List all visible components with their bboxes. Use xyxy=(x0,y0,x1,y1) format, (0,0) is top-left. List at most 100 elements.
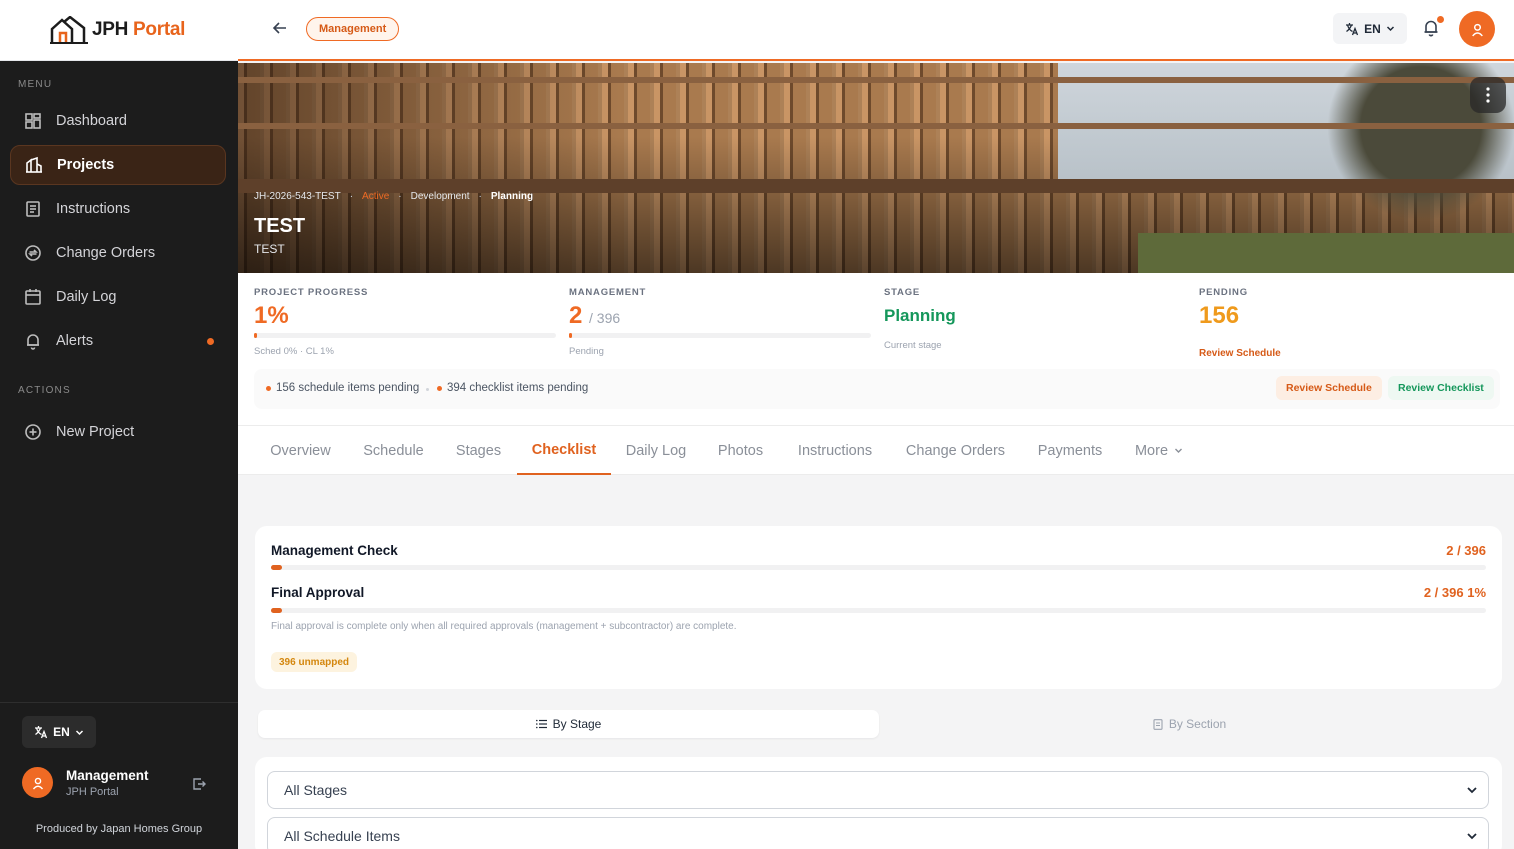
language-switcher[interactable]: EN xyxy=(1333,13,1407,44)
project-status: Active xyxy=(362,191,390,202)
back-arrow-icon[interactable] xyxy=(272,20,288,41)
stat-pending: PENDING 156 Review Schedule xyxy=(1199,287,1281,359)
review-schedule-button[interactable]: Review Schedule xyxy=(1276,376,1382,400)
progress-fill xyxy=(254,333,258,338)
sidebar-item-alerts[interactable]: Alerts xyxy=(10,321,226,361)
project-tabs: Overview Schedule Stages Checklist Daily… xyxy=(238,425,1514,475)
tab-checklist[interactable]: Checklist xyxy=(517,426,611,475)
stat-label: PROJECT PROGRESS xyxy=(254,287,369,298)
project-title: TEST xyxy=(254,215,306,237)
tab-photos[interactable]: Photos xyxy=(701,426,780,475)
sidebar-item-change-orders[interactable]: Change Orders xyxy=(10,233,226,273)
sidebar-item-instructions[interactable]: Instructions xyxy=(10,189,226,229)
tab-stages[interactable]: Stages xyxy=(440,426,517,475)
sidebar-item-label: Instructions xyxy=(56,201,131,217)
pending-checklist-items: 394 checklist items pending xyxy=(437,382,588,394)
meta-separator: · xyxy=(349,191,354,202)
stat-total: / 396 xyxy=(589,310,621,326)
logo[interactable]: JPH Portal xyxy=(0,0,238,61)
by-section-toggle[interactable]: By Section xyxy=(879,710,1500,738)
document-icon xyxy=(1153,718,1163,730)
sidebar-item-label: New Project xyxy=(56,424,135,440)
stat-value: 1% xyxy=(254,302,289,329)
project-meta: JH-2026-543-TEST · Active · Development … xyxy=(254,191,533,202)
notification-dot xyxy=(1437,16,1444,23)
stat-value: 2 / 396 xyxy=(569,302,621,329)
top-header: Management EN xyxy=(238,0,1514,61)
final-approval-title: Final Approval xyxy=(271,585,365,600)
user-name: Management xyxy=(66,767,149,783)
stat-note: Pending xyxy=(569,346,604,357)
review-schedule-link[interactable]: Review Schedule xyxy=(1199,348,1281,359)
sidebar-footer: EN Management JPH Portal Produced by Jap… xyxy=(0,702,238,849)
actions-heading: ACTIONS xyxy=(18,385,71,396)
user-avatar-button[interactable] xyxy=(1459,11,1495,47)
calendar-icon xyxy=(25,289,41,305)
project-phase: Development xyxy=(410,191,470,202)
project-hero-banner: JH-2026-543-TEST · Active · Development … xyxy=(238,63,1514,273)
stat-management: MANAGEMENT 2 / 396 Pending xyxy=(569,287,871,357)
stat-note: Current stage xyxy=(884,340,942,351)
projects-icon xyxy=(26,156,42,173)
tab-daily-log[interactable]: Daily Log xyxy=(611,426,701,475)
checklist-filters: All Stages All Schedule Items xyxy=(255,757,1502,849)
tab-more[interactable]: More xyxy=(1119,426,1199,475)
tab-payments[interactable]: Payments xyxy=(1021,426,1119,475)
sidebar-item-label: Dashboard xyxy=(56,113,127,129)
approval-summary-card: Management Check 2 / 396 Final Approval … xyxy=(255,526,1502,689)
by-section-label: By Section xyxy=(1168,717,1227,731)
role-pill: Management xyxy=(306,17,400,41)
translate-icon xyxy=(1346,22,1359,35)
translate-icon xyxy=(35,726,48,739)
management-check-bar xyxy=(271,565,1486,570)
schedule-select-value: All Schedule Items xyxy=(284,828,400,844)
stage-select[interactable]: All Stages xyxy=(267,771,1489,809)
bell-icon xyxy=(27,334,39,350)
sidebar-item-label: Change Orders xyxy=(56,245,156,261)
avatar xyxy=(22,767,53,798)
plus-circle-icon xyxy=(25,424,41,440)
change-orders-icon xyxy=(25,245,41,261)
sidebar-item-new-project[interactable]: New Project xyxy=(10,412,226,452)
list-icon xyxy=(535,719,547,729)
sidebar-item-daily-log[interactable]: Daily Log xyxy=(10,277,226,317)
chevron-down-icon xyxy=(75,729,83,735)
management-check-title: Management Check xyxy=(271,543,398,558)
stage-select-value: All Stages xyxy=(284,782,348,798)
stat-label: STAGE xyxy=(884,287,921,298)
chevron-down-icon xyxy=(1386,26,1394,32)
logo-text: JPH Portal xyxy=(92,19,186,40)
by-stage-toggle[interactable]: By Stage xyxy=(258,710,879,738)
management-check-fill xyxy=(271,565,282,570)
user-icon xyxy=(32,777,43,789)
produced-by-text: Produced by Japan Homes Group xyxy=(35,823,203,835)
tab-schedule[interactable]: Schedule xyxy=(347,426,440,475)
progress-bar xyxy=(254,333,556,338)
language-switcher-sidebar[interactable]: EN xyxy=(22,716,96,748)
sidebar-item-projects[interactable]: Projects xyxy=(10,145,226,185)
tab-instructions[interactable]: Instructions xyxy=(780,426,890,475)
tab-overview[interactable]: Overview xyxy=(254,426,347,475)
unmapped-badge: 396 unmapped xyxy=(271,652,358,672)
tab-more-label: More xyxy=(1134,442,1169,459)
dashboard-icon xyxy=(25,113,41,129)
meta-separator: · xyxy=(478,191,482,202)
stat-value: Planning xyxy=(884,306,956,325)
more-vertical-icon[interactable] xyxy=(1470,77,1506,113)
sidebar-item-dashboard[interactable]: Dashboard xyxy=(10,101,226,141)
stat-value: 156 xyxy=(1199,302,1240,329)
language-label: EN xyxy=(53,725,70,739)
hero-beam xyxy=(238,123,1514,129)
project-stage: Planning xyxy=(490,191,534,202)
meta-separator: · xyxy=(398,191,402,202)
schedule-items-select[interactable]: All Schedule Items xyxy=(267,817,1489,849)
sidebar-item-label: Daily Log xyxy=(56,289,117,305)
final-approval-value: 2 / 396 1% xyxy=(1423,585,1486,600)
project-stats: PROJECT PROGRESS 1% Sched 0% · CL 1% MAN… xyxy=(238,273,1514,425)
tab-change-orders[interactable]: Change Orders xyxy=(890,426,1021,475)
user-profile[interactable]: Management JPH Portal xyxy=(22,767,218,798)
logout-icon[interactable] xyxy=(192,777,206,796)
review-checklist-button[interactable]: Review Checklist xyxy=(1388,376,1494,400)
instructions-icon xyxy=(26,201,40,217)
status-dot xyxy=(266,385,271,391)
